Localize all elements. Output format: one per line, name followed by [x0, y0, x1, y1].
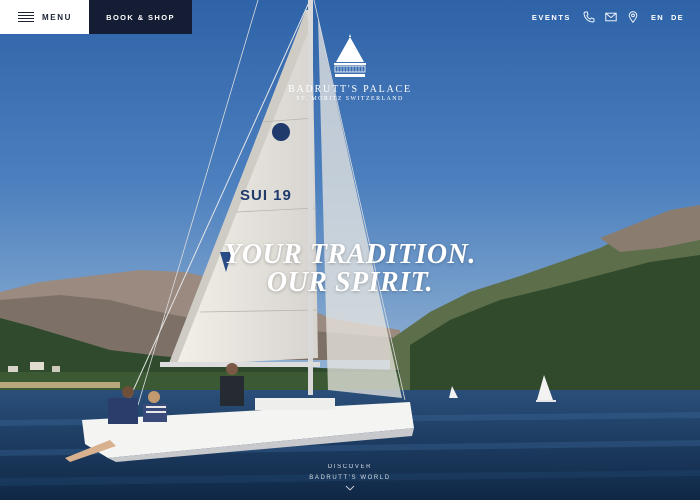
discover-label-line-2: BADRUTT'S WORLD — [309, 475, 391, 481]
discover-link[interactable]: DISCOVER BADRUTT'S WORLD — [270, 462, 430, 491]
headline-line-1: YOUR TRADITION. — [224, 239, 476, 270]
hamburger-icon — [18, 11, 34, 23]
language-en-link[interactable]: EN — [651, 13, 664, 22]
headline-line-2: OUR SPIRIT. — [266, 267, 434, 298]
menu-button[interactable]: MENU — [0, 0, 89, 34]
location-pin-icon[interactable] — [627, 11, 639, 23]
discover-label-line-1: DISCOVER — [327, 464, 373, 470]
events-link[interactable]: EVENTS — [532, 13, 571, 22]
brand-subtitle: ST. MORITZ SWITZERLAND — [296, 96, 404, 102]
book-and-shop-button[interactable]: BOOK & SHOP — [89, 0, 192, 34]
brand-name: BADRUTT'S PALACE — [288, 84, 412, 95]
mail-icon[interactable] — [605, 11, 617, 23]
top-navigation: EVENTS EN DE — [532, 11, 684, 23]
sail-number-text: SUI 19 — [240, 187, 292, 204]
chevron-down-icon — [345, 485, 355, 491]
brand-logo[interactable]: BADRUTT'S PALACE ST. MORITZ SWITZERLAND — [270, 34, 430, 102]
palace-crest-icon — [334, 34, 366, 77]
hero-headline: YOUR TRADITION. OUR SPIRIT. — [150, 241, 550, 297]
menu-label: MENU — [42, 12, 72, 22]
phone-icon[interactable] — [583, 11, 595, 23]
language-de-link[interactable]: DE — [671, 13, 684, 22]
